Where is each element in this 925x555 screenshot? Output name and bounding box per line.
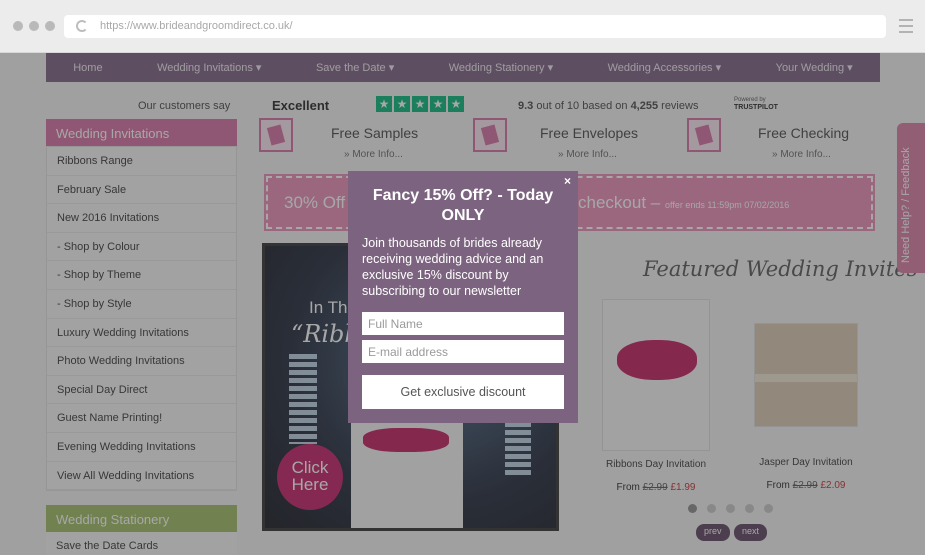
close-window-dot[interactable] [13, 21, 23, 31]
url-text[interactable]: https://www.brideandgroomdirect.co.uk/ [100, 20, 293, 32]
menu-icon[interactable] [899, 19, 913, 37]
maximize-window-dot[interactable] [45, 21, 55, 31]
address-bar[interactable]: https://www.brideandgroomdirect.co.uk/ [64, 15, 886, 38]
popup-title: Fancy 15% Off? - Today ONLY [372, 187, 554, 224]
discount-popup: × Fancy 15% Off? - Today ONLY Join thous… [348, 171, 578, 423]
window-controls [13, 21, 55, 31]
full-name-input[interactable] [362, 312, 564, 335]
browser-chrome: https://www.brideandgroomdirect.co.uk/ [0, 0, 925, 53]
minimize-window-dot[interactable] [29, 21, 39, 31]
get-discount-button[interactable]: Get exclusive discount [362, 375, 564, 409]
popup-body: Join thousands of brides already receivi… [362, 236, 544, 298]
email-input[interactable] [362, 340, 564, 363]
reload-icon[interactable] [76, 20, 88, 32]
